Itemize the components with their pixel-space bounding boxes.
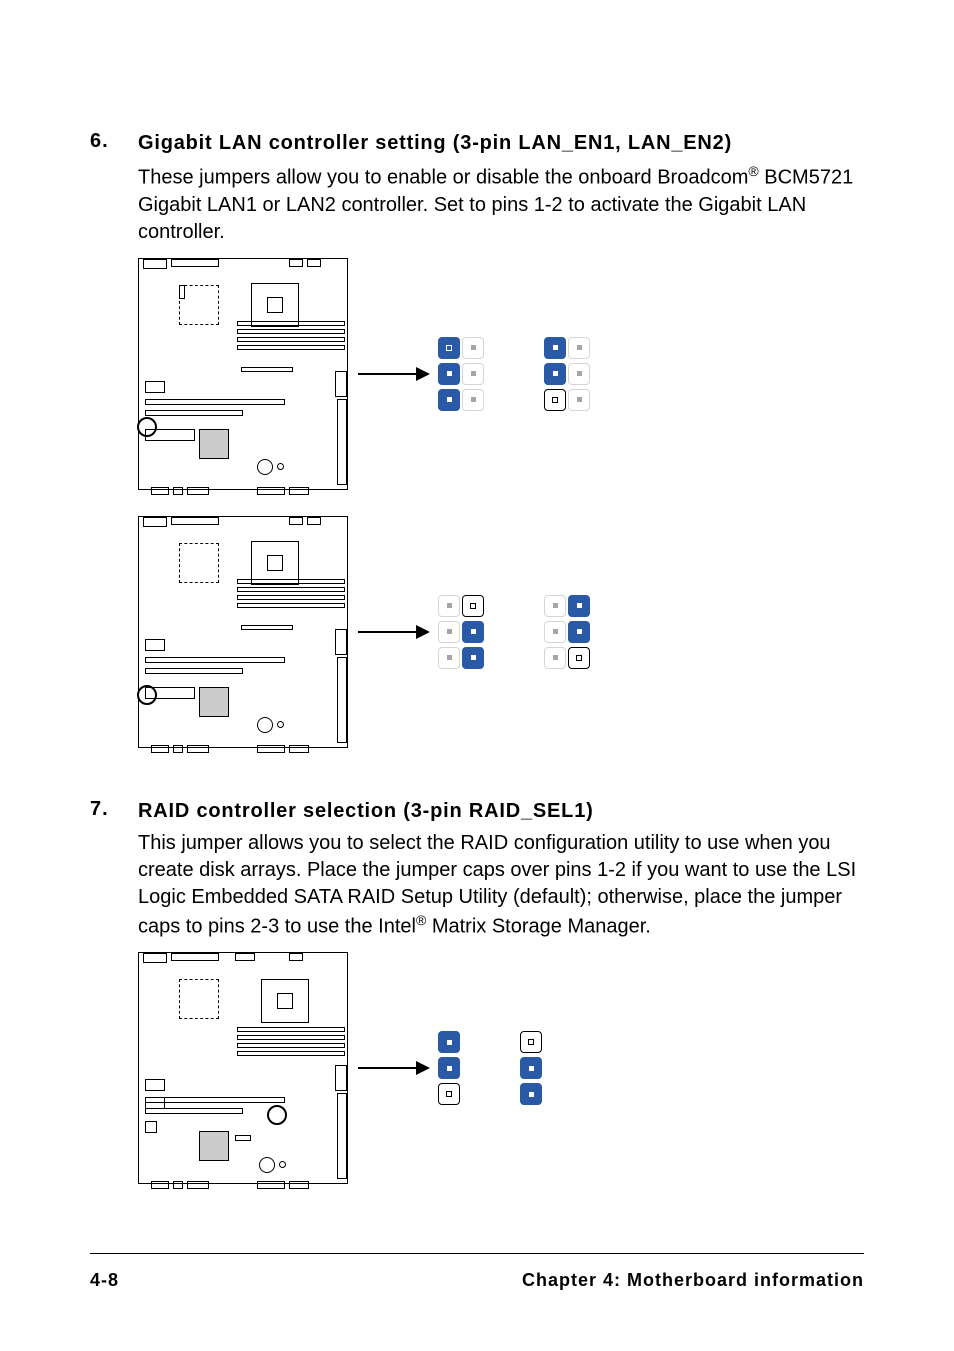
chapter-label: Chapter 4: Motherboard information bbox=[522, 1270, 864, 1291]
diagram-raid-sel1 bbox=[138, 952, 864, 1184]
jumper-highlight-circle bbox=[267, 1105, 287, 1125]
arrow-icon bbox=[358, 631, 428, 633]
diagram-lan-en1 bbox=[138, 258, 864, 490]
body-text-post: Matrix Storage Manager. bbox=[426, 915, 651, 937]
motherboard-outline bbox=[138, 952, 348, 1184]
diagram-lan-en2 bbox=[138, 516, 864, 748]
section-7: 7. RAID controller selection (3-pin RAID… bbox=[90, 798, 864, 1185]
reg-mark: ® bbox=[748, 163, 758, 179]
page-number: 4-8 bbox=[90, 1270, 119, 1291]
section-body: This jumper allows you to select the RAI… bbox=[138, 830, 864, 941]
arrow-icon bbox=[358, 373, 428, 375]
jumper-detail-lan-en2 bbox=[438, 595, 590, 669]
section-title: Gigabit LAN controller setting (3-pin LA… bbox=[138, 130, 732, 156]
jumper-highlight-circle bbox=[137, 417, 157, 437]
page-footer: 4-8 Chapter 4: Motherboard information bbox=[90, 1253, 864, 1291]
reg-mark: ® bbox=[416, 912, 426, 928]
section-6: 6. Gigabit LAN controller setting (3-pin… bbox=[90, 130, 864, 748]
section-title: RAID controller selection (3-pin RAID_SE… bbox=[138, 798, 594, 824]
jumper-detail-raid-sel1 bbox=[438, 1031, 542, 1105]
jumper-highlight-circle bbox=[137, 685, 157, 705]
motherboard-outline bbox=[138, 258, 348, 490]
section-number: 6. bbox=[90, 130, 138, 153]
arrow-icon bbox=[358, 1067, 428, 1069]
jumper-detail-lan-en1 bbox=[438, 337, 590, 411]
body-text-pre: These jumpers allow you to enable or dis… bbox=[138, 167, 748, 189]
section-number: 7. bbox=[90, 798, 138, 821]
motherboard-outline bbox=[138, 516, 348, 748]
section-body: These jumpers allow you to enable or dis… bbox=[138, 162, 864, 246]
